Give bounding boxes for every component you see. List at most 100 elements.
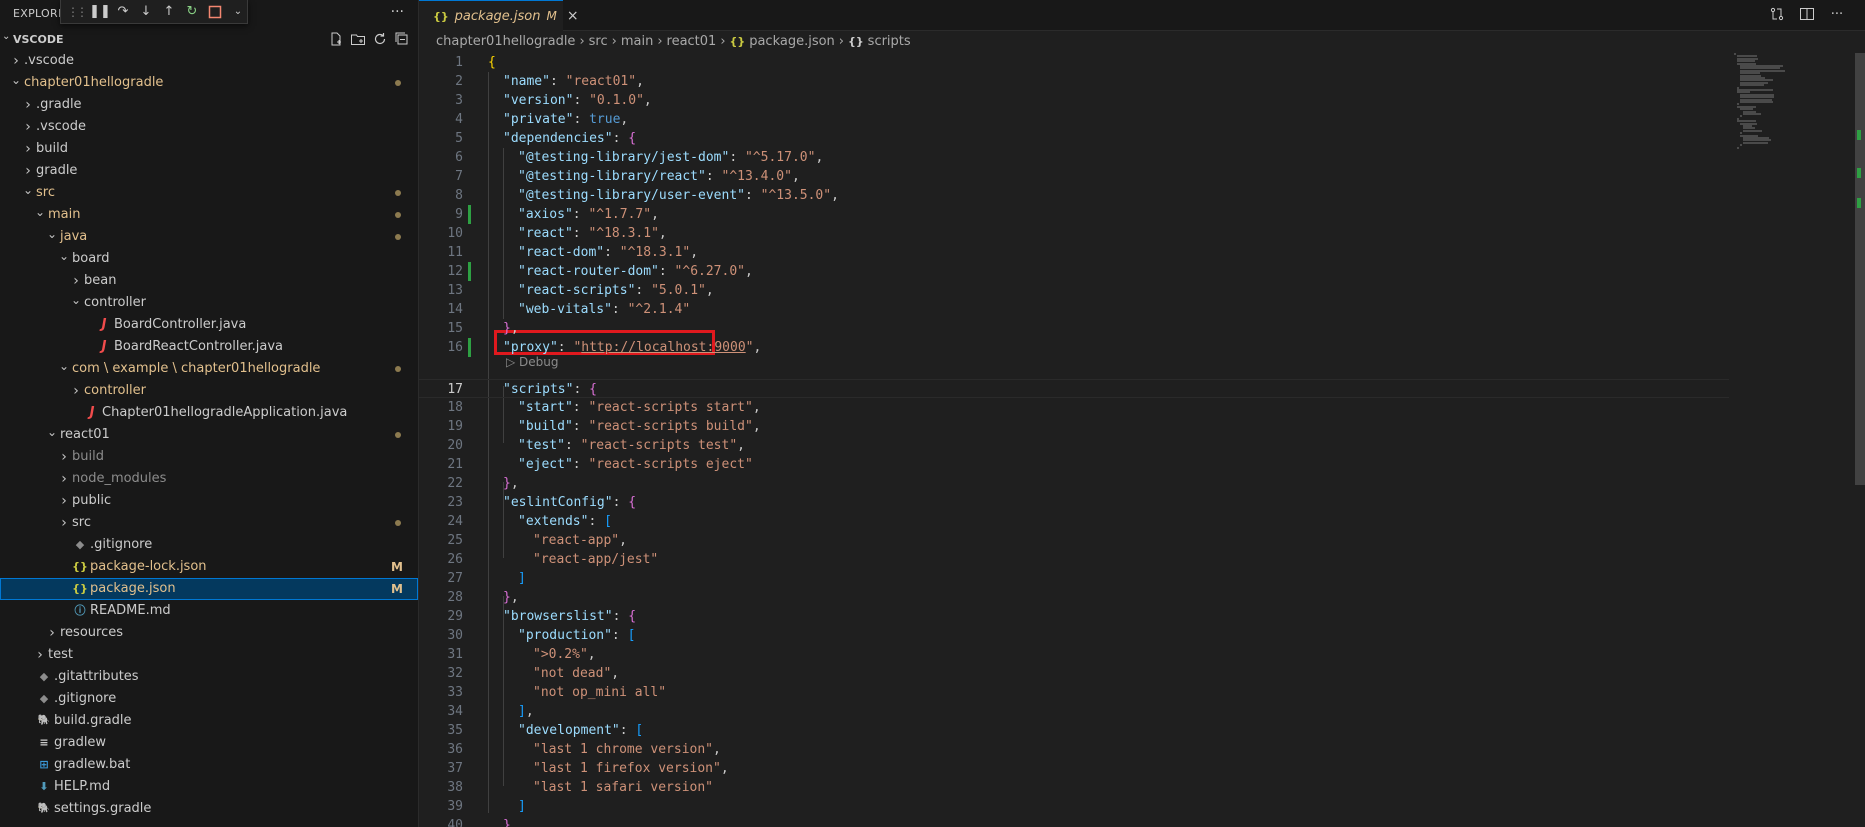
tree-folder[interactable]: › build (0, 446, 418, 468)
json-string: "react-scripts start" (588, 400, 753, 415)
code-token: { (628, 131, 637, 146)
chevron-down-icon[interactable]: ⌄ (230, 4, 246, 20)
tree-folder[interactable]: › .vscode (0, 116, 418, 138)
refresh-icon[interactable] (372, 31, 388, 47)
json-key: "build" (518, 419, 573, 434)
stop-icon[interactable] (207, 4, 223, 20)
code-token: , (745, 264, 753, 279)
tree-folder[interactable]: › .gradle (0, 94, 418, 116)
tree-folder[interactable]: › bean (0, 270, 418, 292)
code-line: 34], (419, 702, 1729, 721)
scrollbar-thumb[interactable] (1855, 53, 1865, 485)
code-token: { (488, 55, 496, 70)
breadcrumb-item[interactable]: src (589, 34, 608, 49)
tree-folder[interactable]: › test (0, 644, 418, 666)
pause-icon[interactable]: ❚❚ (89, 4, 111, 20)
tree-folder[interactable]: ⌄ board (0, 248, 418, 270)
tree-folder[interactable]: ⌄ com \ example \ chapter01hellogradle (0, 358, 418, 380)
collapse-all-icon[interactable] (394, 31, 410, 47)
tree-folder[interactable]: ⌄ controller (0, 292, 418, 314)
code-token: : (572, 400, 589, 415)
breadcrumb-item[interactable]: scripts (868, 34, 911, 49)
tree-item-label: java (60, 229, 88, 244)
close-icon[interactable]: × (567, 8, 579, 24)
tree-file[interactable]: J Chapter01hellogradleApplication.java (0, 402, 418, 424)
tree-item-label: src (36, 185, 55, 200)
json-string: "0.1.0" (589, 93, 644, 108)
tree-item-label: .gitattributes (54, 669, 139, 684)
code-text: "react-dom": "^18.3.1", (488, 243, 698, 262)
split-editor-icon[interactable] (1799, 6, 1815, 22)
more-actions-icon[interactable]: ··· (391, 4, 404, 20)
tree-folder[interactable]: › src (0, 512, 418, 534)
code-token: } (503, 818, 511, 827)
json-string: "react-app/jest" (533, 552, 659, 567)
drag-handle-icon[interactable]: ⋮⋮ (67, 5, 88, 19)
tree-folder[interactable]: › controller (0, 380, 418, 402)
chevron-right-icon: › (25, 119, 31, 135)
restart-icon[interactable]: ↻ (184, 4, 200, 20)
tree-item-label: test (48, 647, 73, 662)
compare-changes-icon[interactable] (1769, 6, 1785, 22)
tree-file[interactable]: 🐘 settings.gradle (0, 798, 418, 820)
tree-folder[interactable]: › node_modules (0, 468, 418, 490)
tree-file[interactable]: ◆ .gitignore (0, 534, 418, 556)
tree-file[interactable]: J BoardController.java (0, 314, 418, 336)
line-number: 31 (447, 647, 463, 662)
tree-file[interactable]: ◆ .gitignore (0, 688, 418, 710)
tree-folder[interactable]: ⌄ main (0, 204, 418, 226)
tree-folder[interactable]: › resources (0, 622, 418, 644)
code-token: , (753, 340, 762, 355)
tree-file[interactable]: ≡ gradlew (0, 732, 418, 754)
minimap[interactable] (1734, 53, 1854, 173)
tree-file[interactable]: 🐘 build.gradle (0, 710, 418, 732)
code-token: : (557, 340, 574, 355)
tree-file[interactable]: ⊞ gradlew.bat (0, 754, 418, 776)
code-text: "not dead", (488, 664, 619, 683)
breadcrumb-item[interactable]: package.json (749, 34, 835, 49)
code-line: 6 "@testing-library/jest-dom": "^5.17.0", (419, 148, 1729, 167)
tree-folder[interactable]: › gradle (0, 160, 418, 182)
code-line: 23 "eslintConfig": { (419, 493, 1729, 512)
tree-item-label: bean (84, 273, 117, 288)
breadcrumb-item[interactable]: main (621, 34, 653, 49)
tree-file[interactable]: {} package.json M (0, 578, 418, 600)
tree-folder[interactable]: › public (0, 490, 418, 512)
step-out-icon[interactable]: ↑ (161, 4, 177, 20)
breadcrumb-item[interactable]: chapter01hellogradle (436, 34, 575, 49)
tree-folder[interactable]: ⌄ react01 (0, 424, 418, 446)
tree-folder[interactable]: ⌄ java (0, 226, 418, 248)
json-key: "react" (518, 226, 573, 241)
step-into-icon[interactable]: ↓ (138, 4, 154, 20)
code-editor[interactable]: ▷ Debug 1{2 "name": "react01", 3 "version":… (419, 53, 1859, 827)
line-number: 21 (447, 457, 463, 472)
code-text: ">0.2%", (488, 645, 596, 664)
json-key: "eject" (518, 457, 573, 472)
breadcrumb-item[interactable]: react01 (667, 34, 717, 49)
code-text: }, (488, 319, 519, 338)
tree-file[interactable]: ⓘ README.md (0, 600, 418, 622)
new-folder-icon[interactable] (350, 31, 366, 47)
tree-file[interactable]: ◆ .gitattributes (0, 666, 418, 688)
minimap-line (1737, 146, 1739, 149)
workspace-section-header[interactable]: ⌄ VSCODE (0, 28, 418, 50)
chevron-right-icon: › (73, 383, 79, 399)
line-number: 17 (447, 382, 463, 397)
tree-file[interactable]: ⬇ HELP.md (0, 776, 418, 798)
json-string: "^18.3.1" (619, 245, 691, 260)
tree-item-label: .vscode (24, 53, 74, 68)
line-number: 19 (447, 419, 463, 434)
tree-file[interactable]: J BoardReactController.java (0, 336, 418, 358)
tree-folder[interactable]: › .vscode (0, 50, 418, 72)
step-over-icon[interactable]: ↷ (115, 4, 131, 20)
chevron-down-icon: ⌄ (46, 425, 58, 439)
tree-item-label: Chapter01hellogradleApplication.java (102, 405, 348, 420)
more-actions-icon[interactable]: ··· (1829, 6, 1845, 22)
tree-file[interactable]: {} package-lock.json M (0, 556, 418, 578)
tree-folder[interactable]: ⌄ src (0, 182, 418, 204)
tree-folder[interactable]: ⌄ chapter01hellogradle (0, 72, 418, 94)
new-file-icon[interactable] (328, 31, 344, 47)
tree-folder[interactable]: › build (0, 138, 418, 160)
tab-package-json[interactable]: {} package.json M × (419, 0, 579, 31)
chevron-right-icon: › (13, 53, 19, 69)
